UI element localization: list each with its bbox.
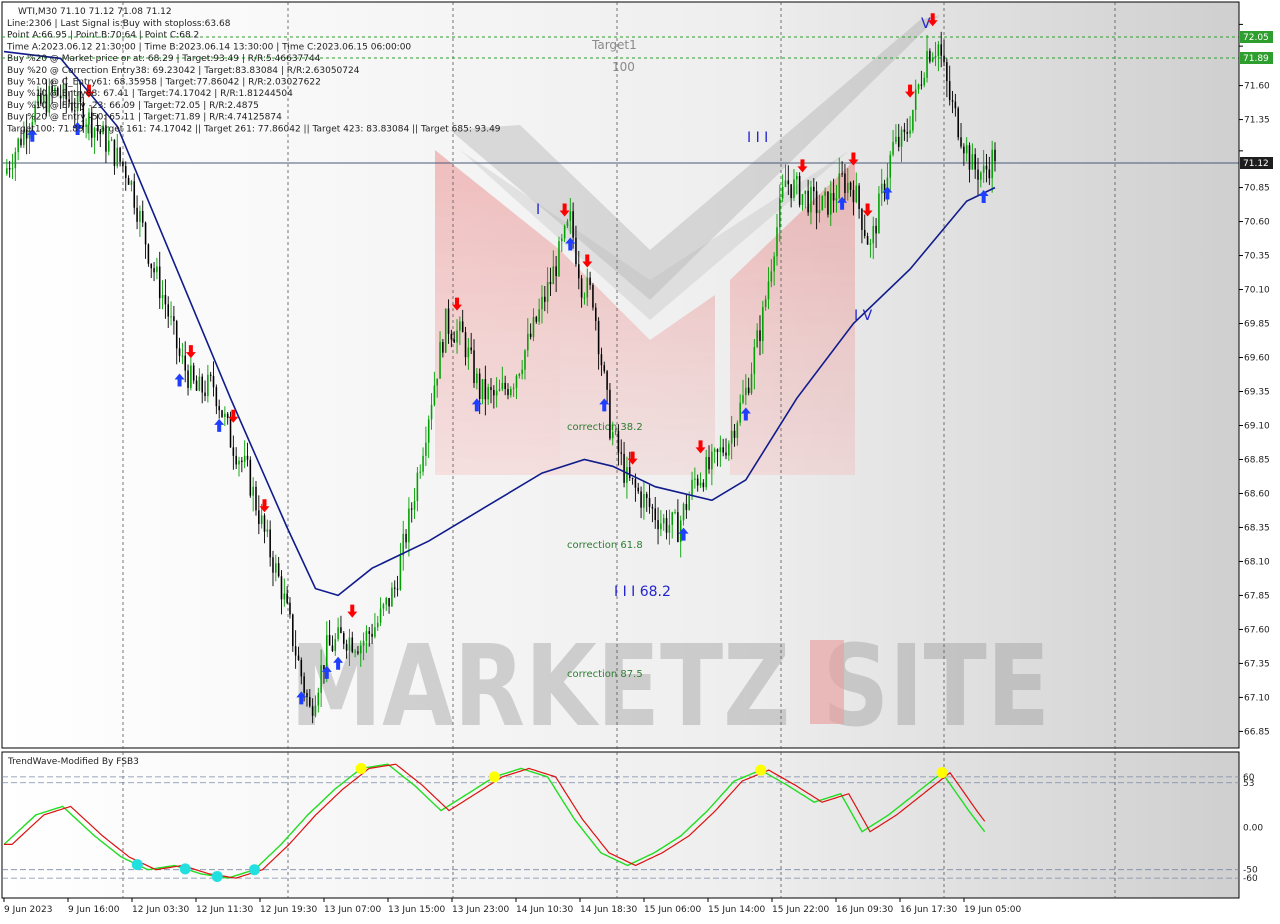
oscillator-trough-dot (179, 863, 191, 875)
candle (147, 243, 150, 267)
time-tick-label: 12 Jun 11:30 (196, 905, 253, 915)
wave-label-4: I V (854, 308, 873, 324)
info-line-2: Time A:2023.06.12 21:30:00 | Time B:2023… (6, 42, 411, 52)
time-tick-label: 15 Jun 22:00 (772, 905, 829, 915)
oscillator-peak-dot (355, 762, 367, 774)
price-tick-label: 71.35 (1244, 116, 1270, 126)
price-tick-label: 67.85 (1244, 591, 1270, 601)
candle (221, 409, 223, 418)
time-tick-label: 16 Jun 09:30 (836, 905, 893, 915)
info-line-5: Buy %10 @ C_Entry61: 68.35958 | Target:7… (7, 78, 321, 88)
time-tick-label: 15 Jun 14:00 (708, 905, 765, 915)
candle (957, 106, 959, 141)
candle (827, 191, 829, 218)
time-tick-label: 12 Jun 03:30 (132, 905, 189, 915)
watermark-text: MARKETZ SITE (290, 622, 1050, 752)
price-tick-label: 70.10 (1244, 286, 1270, 296)
price-tick-label: 68.35 (1244, 523, 1270, 533)
info-line-6: Buy %10 @ Entry88: 67.41 | Target:74.170… (7, 89, 293, 99)
wave-label-5: V (921, 16, 931, 32)
oscillator-trough-dot (131, 859, 143, 871)
price-tick-label: 69.35 (1244, 387, 1270, 397)
info-line-8: Buy %20 @ Entry -50: 65.11 | Target:71.8… (7, 113, 282, 123)
time-tick-label: 13 Jun 23:00 (452, 905, 509, 915)
correction-38-label: correction 38.2 (567, 422, 643, 433)
oscillator-level-label: 53 (1243, 779, 1254, 789)
price-tick-label: 67.60 (1244, 625, 1270, 635)
correction-61-label: correction 61.8 (567, 540, 643, 551)
oscillator-peak-dot (755, 764, 767, 776)
wave-label-3-value: I I I 68.2 (614, 584, 671, 600)
candle (912, 109, 914, 134)
candle (592, 283, 594, 311)
price-tick-label: 68.10 (1244, 557, 1270, 567)
time-tick-label: 13 Jun 07:00 (324, 905, 381, 915)
time-tick-label: 9 Jun 16:00 (68, 905, 120, 915)
time-axis: 9 Jun 2023 9 Jun 16:00 12 Jun 03:30 12 Jun … (3, 898, 1021, 915)
info-line-9: Target100: 71.89 || Target 161: 74.17042… (6, 124, 501, 134)
price-tick-label: 67.35 (1244, 659, 1270, 669)
time-tick-label: 14 Jun 10:30 (516, 905, 573, 915)
oscillator-level-label: 0.00 (1243, 824, 1263, 834)
time-tick-label: 9 Jun 2023 (4, 905, 52, 915)
candle (249, 456, 252, 498)
info-line-0: Line:2306 | Last Signal is:Buy with stop… (7, 19, 231, 29)
oscillator-peak-dot (936, 767, 948, 779)
time-tick-label: 14 Jun 18:30 (580, 905, 637, 915)
price-tick-label: 69.85 (1244, 320, 1270, 330)
info-line-7: Buy %10 @ Entry -23: 66.09 | Target:72.0… (7, 101, 259, 111)
price-tick-label: 67.10 (1244, 693, 1270, 703)
info-line-1: Point A:66.95 | Point B:70.64 | Point C:… (7, 31, 199, 41)
symbol-line: WTI,M30 71.10 71.12 71.08 71.12 (18, 7, 172, 17)
candle (798, 172, 801, 208)
price-tick-label: 69.60 (1244, 354, 1270, 364)
price-tick-label: 70.35 (1244, 252, 1270, 262)
time-tick-label: 15 Jun 06:00 (644, 905, 701, 915)
price-tick-label: 66.85 (1244, 727, 1270, 737)
price-tick-label: 68.85 (1244, 455, 1270, 465)
time-tick-label: 12 Jun 19:30 (260, 905, 317, 915)
correction-87-label: correction 87.5 (567, 669, 643, 680)
indicator-title: TrendWave-Modified By FSB3 (7, 757, 139, 767)
time-tick-label: 19 Jun 05:00 (964, 905, 1021, 915)
wave-label-3: I I I (747, 130, 768, 146)
price-tick-label: 70.85 (1244, 184, 1270, 194)
svg-text:71.12: 71.12 (1243, 159, 1269, 169)
time-tick-label: 16 Jun 17:30 (900, 905, 957, 915)
wave-label-1: I (536, 202, 540, 218)
oscillator-level-label: -60 (1243, 874, 1258, 884)
price-tick-label: 69.10 (1244, 421, 1270, 431)
target1-value: 100 (612, 60, 635, 74)
indicator-panel-bg (1, 751, 1240, 899)
time-tick-label: 13 Jun 15:00 (388, 905, 445, 915)
candle (609, 382, 611, 441)
info-line-3: Buy %20 @ Market price or at: 68.29 | Ta… (7, 54, 321, 64)
current-price-tag: 71.12 (1240, 157, 1273, 169)
oscillator-trough-dot (248, 864, 260, 876)
price-tick-label: 71.60 (1244, 82, 1270, 92)
oscillator-trough-dot (211, 870, 223, 882)
candle (292, 613, 294, 652)
chart-window: MARKETZ SITE Target1 100 correction 38.2… (0, 0, 1280, 920)
info-line-4: Buy %20 @ Correction Entry38: 69.23042 |… (7, 66, 360, 76)
target-tag-71-89: 71.89 (1240, 52, 1273, 64)
price-tick-label: 68.60 (1244, 489, 1270, 499)
candle (821, 195, 824, 211)
target1-label: Target1 (591, 38, 637, 52)
price-chart[interactable]: MARKETZ SITE Target1 100 correction 38.2… (0, 0, 1280, 920)
target-tag-72-05: 72.05 (1240, 31, 1273, 43)
price-axis: 71.60 71.35 70.85 70.60 70.35 70.10 69.85 69.60… (1238, 2, 1270, 748)
svg-text:72.05: 72.05 (1243, 33, 1269, 43)
svg-text:71.89: 71.89 (1243, 54, 1269, 64)
oscillator-peak-dot (488, 771, 500, 783)
candle (558, 236, 560, 278)
candle (444, 308, 447, 354)
price-tick-label: 70.60 (1244, 218, 1270, 228)
